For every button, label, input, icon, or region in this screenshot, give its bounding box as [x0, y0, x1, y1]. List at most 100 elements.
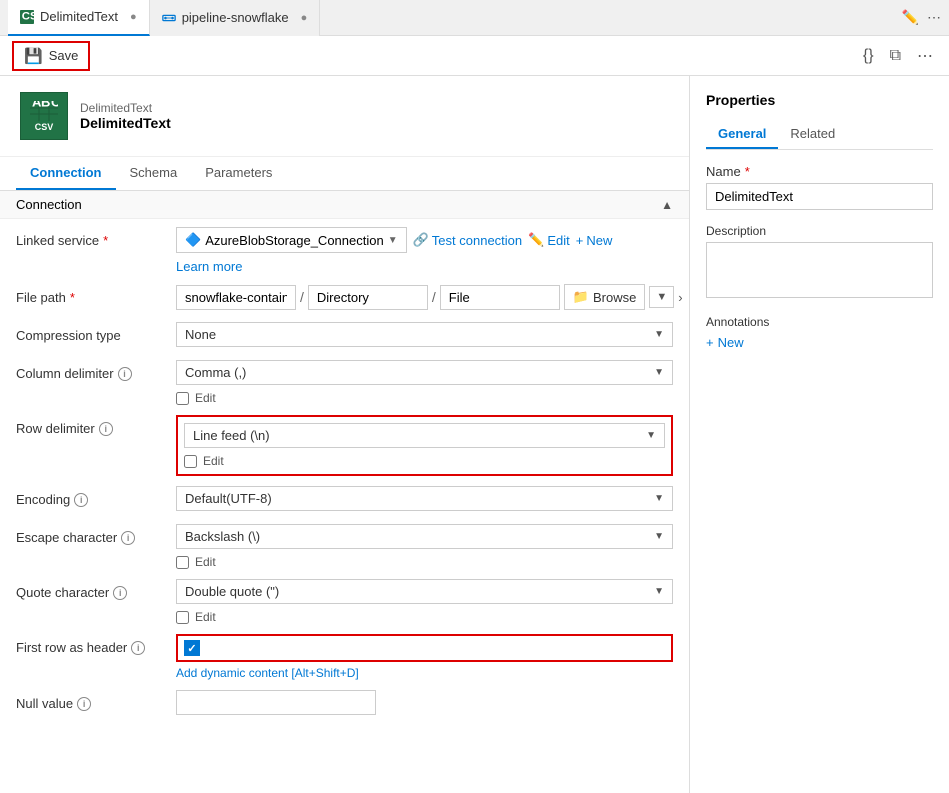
props-tab-related[interactable]: Related	[778, 120, 847, 149]
row-delimiter-controls: Line feed (\n) ▼ Edit	[176, 415, 673, 476]
tab-parameters[interactable]: Parameters	[191, 157, 286, 190]
column-delimiter-controls: Comma (,) ▼ Edit	[176, 360, 673, 405]
browse-dropdown-button[interactable]: ▼	[649, 286, 674, 308]
file-path-file-input[interactable]	[440, 285, 560, 310]
column-delimiter-edit-label: Edit	[195, 391, 216, 405]
props-name-label: Name *	[706, 164, 933, 179]
compression-type-value: None	[185, 327, 216, 342]
linked-service-label: Linked service *	[16, 227, 176, 248]
escape-character-select[interactable]: Backslash (\) ▼	[176, 524, 673, 549]
props-tab-general[interactable]: General	[706, 120, 778, 149]
pipeline-tab-icon	[162, 11, 176, 25]
save-label: Save	[49, 48, 79, 63]
code-icon-button[interactable]: {}	[859, 43, 878, 69]
csv-icon: A B C CSV	[20, 92, 68, 140]
escape-character-row: Escape character i Backslash (\) ▼ Edit	[16, 524, 673, 569]
column-delimiter-select[interactable]: Comma (,) ▼	[176, 360, 673, 385]
connection-chevron-icon: ▲	[661, 198, 673, 212]
browse-more-icon[interactable]: ›	[678, 290, 682, 305]
props-description-label: Description	[706, 224, 933, 238]
encoding-select[interactable]: Default(UTF-8) ▼	[176, 486, 673, 511]
save-button[interactable]: 💾 Save	[12, 41, 90, 71]
compression-type-row: Compression type None ▼	[16, 322, 673, 350]
tab-bar: CSV DelimitedText ● pipeline-snowflake ●…	[0, 0, 949, 36]
first-row-header-checkbox[interactable]	[184, 640, 200, 656]
row-delimiter-label: Row delimiter i	[16, 415, 176, 436]
column-delimiter-row: Column delimiter i Comma (,) ▼ Edit	[16, 360, 673, 405]
compression-type-controls: None ▼	[176, 322, 673, 347]
column-delimiter-value: Comma (,)	[185, 365, 246, 380]
first-row-header-controls: Add dynamic content [Alt+Shift+D]	[176, 634, 673, 680]
row-delimiter-select[interactable]: Line feed (\n) ▼	[184, 423, 665, 448]
file-path-label: File path *	[16, 284, 176, 305]
compression-type-arrow: ▼	[654, 329, 664, 340]
edit-icon-inline: ✏️	[528, 232, 544, 248]
column-delimiter-edit-row: Edit	[176, 391, 673, 405]
tab-schema[interactable]: Schema	[116, 157, 192, 190]
test-connection-icon: 🔗	[413, 232, 429, 248]
tab-delimitedtext[interactable]: CSV DelimitedText ●	[8, 0, 150, 36]
dynamic-content-link[interactable]: Add dynamic content [Alt+Shift+D]	[176, 666, 673, 680]
more-icon-button[interactable]: ⋯	[913, 42, 937, 70]
escape-character-edit-checkbox[interactable]	[176, 556, 189, 569]
properties-title: Properties	[706, 92, 933, 108]
first-row-header-info-icon: i	[131, 641, 145, 655]
null-value-controls	[176, 690, 673, 715]
new-linked-service-button[interactable]: + New	[576, 233, 613, 248]
toolbar-right: {} ⧉ ⋯	[859, 42, 937, 70]
main-area: A B C CSV DelimitedText DelimitedText Co…	[0, 76, 949, 793]
column-delimiter-edit-checkbox[interactable]	[176, 392, 189, 405]
tab-pipeline[interactable]: pipeline-snowflake ●	[150, 0, 321, 36]
first-row-header-row: First row as header i Add dynamic conten…	[16, 634, 673, 680]
file-path-input-row: / / 📁 Browse ▼ ›	[176, 284, 683, 310]
svg-text:CSV: CSV	[22, 10, 34, 22]
file-path-container-input[interactable]	[176, 285, 296, 310]
tab-connection[interactable]: Connection	[16, 157, 116, 190]
test-connection-button[interactable]: 🔗 Test connection	[413, 232, 523, 248]
quote-character-edit-checkbox[interactable]	[176, 611, 189, 624]
svg-text:B: B	[41, 101, 50, 110]
dataset-type-label: DelimitedText	[80, 101, 171, 115]
plus-annotation-icon: +	[706, 335, 714, 350]
folder-icon: 📁	[573, 289, 589, 305]
row-delimiter-edit-checkbox[interactable]	[184, 455, 197, 468]
edit-linked-service-button[interactable]: ✏️ Edit	[528, 232, 570, 248]
copy-icon-button[interactable]: ⧉	[886, 43, 905, 69]
svg-text:C: C	[51, 101, 58, 110]
row-delimiter-row: Row delimiter i Line feed (\n) ▼ Edit	[16, 415, 673, 476]
path-separator-1: /	[300, 289, 304, 305]
escape-character-info-icon: i	[121, 531, 135, 545]
edit-icon[interactable]: ✏️	[902, 9, 919, 26]
props-annotations-label: Annotations	[706, 315, 933, 329]
props-annotations-field: Annotations + New	[706, 315, 933, 350]
add-annotation-button[interactable]: + New	[706, 335, 744, 350]
linked-service-select[interactable]: 🔷 AzureBlobStorage_Connection ▼	[176, 227, 407, 253]
file-path-directory-input[interactable]	[308, 285, 428, 310]
file-path-controls: / / 📁 Browse ▼ ›	[176, 284, 683, 310]
tab-delimitedtext-close[interactable]: ●	[130, 11, 137, 23]
compression-type-select[interactable]: None ▼	[176, 322, 673, 347]
props-name-input[interactable]	[706, 183, 933, 210]
quote-character-edit-label: Edit	[195, 610, 216, 624]
form-body: Linked service * 🔷 AzureBlobStorage_Conn…	[0, 219, 689, 744]
path-separator-2: /	[432, 289, 436, 305]
properties-tabs: General Related	[706, 120, 933, 150]
more-options-icon[interactable]: ⋯	[927, 9, 941, 26]
connection-toggle-label: Connection	[16, 197, 82, 212]
learn-more-button[interactable]: Learn more	[176, 259, 242, 274]
toolbar-left: 💾 Save	[12, 41, 90, 71]
row-delimiter-edit-label: Edit	[203, 454, 224, 468]
dataset-info: DelimitedText DelimitedText	[80, 101, 171, 131]
props-description-textarea[interactable]	[706, 242, 933, 298]
csv-label: CSV	[35, 122, 54, 132]
tab-pipeline-close[interactable]: ●	[301, 12, 308, 24]
browse-button[interactable]: 📁 Browse	[564, 284, 646, 310]
connection-section-toggle[interactable]: Connection ▲	[0, 191, 689, 219]
tab-bar-right: ✏️ ⋯	[902, 9, 941, 26]
null-value-input[interactable]	[176, 690, 376, 715]
quote-character-select[interactable]: Double quote (") ▼	[176, 579, 673, 604]
storage-icon: 🔷	[185, 232, 201, 248]
quote-character-controls: Double quote (") ▼ Edit	[176, 579, 673, 624]
plus-icon: +	[576, 233, 584, 248]
escape-character-edit-row: Edit	[176, 555, 673, 569]
